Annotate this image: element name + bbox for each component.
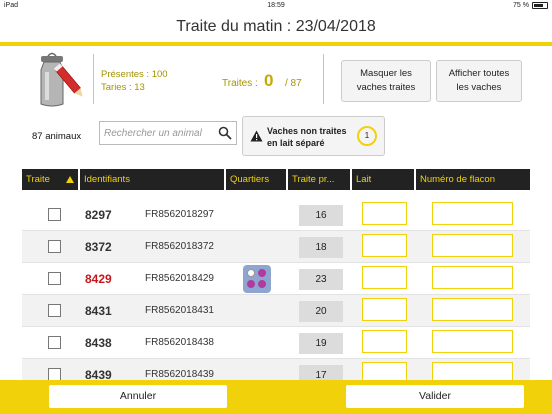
traite-checkbox[interactable] bbox=[48, 336, 61, 349]
flask-number-input[interactable] bbox=[432, 202, 513, 225]
table-row[interactable]: 8429 FR8562018429 23 bbox=[22, 263, 530, 295]
traite-checkbox[interactable] bbox=[48, 368, 61, 380]
column-label: Traite pr... bbox=[292, 174, 335, 185]
animal-identifier: FR8562018438 bbox=[145, 337, 214, 348]
animal-number: 8438 bbox=[85, 336, 112, 350]
table-row[interactable]: 8372 FR8562018372 18 bbox=[22, 231, 530, 263]
column-label: Lait bbox=[356, 174, 372, 185]
show-all-button[interactable]: Afficher toutes les vaches bbox=[436, 60, 522, 102]
animal-number: 8297 bbox=[85, 208, 112, 222]
milk-quantity-input[interactable] bbox=[362, 298, 407, 321]
traites-label: Traites : bbox=[222, 78, 258, 89]
animal-identifier: FR8562018297 bbox=[145, 209, 214, 220]
cancel-button[interactable]: Annuler bbox=[49, 385, 227, 408]
clock: 18:59 bbox=[267, 2, 285, 9]
herd-stats: Présentes : 100 Taries : 13 bbox=[101, 68, 168, 94]
udder-quarters-icon[interactable] bbox=[243, 265, 271, 293]
previous-milking-value: 19 bbox=[299, 333, 343, 354]
column-label: Quartiers bbox=[230, 174, 270, 185]
milk-quantity-input[interactable] bbox=[362, 266, 407, 289]
hide-milked-label-2: vaches traites bbox=[356, 82, 416, 93]
traite-checkbox[interactable] bbox=[48, 304, 61, 317]
presentes-text: Présentes : 100 bbox=[101, 69, 168, 80]
column-header-traite[interactable]: Traite bbox=[22, 169, 78, 190]
animal-identifier: FR8562018431 bbox=[145, 305, 214, 316]
previous-milking-value: 20 bbox=[299, 301, 343, 322]
column-header-traite-precedente[interactable]: Traite pr... bbox=[288, 169, 350, 190]
battery-percent: 75 % bbox=[513, 2, 529, 9]
divider bbox=[93, 54, 94, 104]
animal-number: 8429 bbox=[85, 272, 112, 286]
animal-identifier: FR8562018439 bbox=[145, 369, 214, 380]
traite-checkbox[interactable] bbox=[48, 240, 61, 253]
previous-milking-value: 18 bbox=[299, 237, 343, 258]
warning-icon bbox=[250, 130, 263, 142]
animal-table: 8297 FR8562018297 16 8372 FR8562018372 18 8429… bbox=[22, 199, 530, 380]
animal-number: 8439 bbox=[85, 368, 112, 380]
animal-count: 87 animaux bbox=[32, 131, 82, 142]
column-header-lait[interactable]: Lait bbox=[352, 169, 414, 190]
column-header-quartiers[interactable]: Quartiers bbox=[226, 169, 286, 190]
flask-number-input[interactable] bbox=[432, 330, 513, 353]
milk-quantity-input[interactable] bbox=[362, 202, 407, 225]
warning-line-2: en lait séparé bbox=[267, 138, 325, 148]
previous-milking-value: 17 bbox=[299, 365, 343, 380]
milk-quantity-input[interactable] bbox=[362, 330, 407, 353]
hide-milked-button[interactable]: Masquer les vaches traites bbox=[341, 60, 431, 102]
milk-quantity-input[interactable] bbox=[362, 234, 407, 257]
animal-number: 8372 bbox=[85, 240, 112, 254]
traites-count: 0 bbox=[264, 71, 274, 90]
divider bbox=[323, 54, 324, 104]
flask-number-input[interactable] bbox=[432, 298, 513, 321]
table-row[interactable]: 8439 FR8562018439 17 bbox=[22, 359, 530, 380]
validate-button[interactable]: Valider bbox=[346, 385, 524, 408]
search-placeholder: Rechercher un animal bbox=[104, 128, 202, 139]
table-row[interactable]: 8431 FR8562018431 20 bbox=[22, 295, 530, 327]
traite-checkbox[interactable] bbox=[48, 208, 61, 221]
milk-quantity-input[interactable] bbox=[362, 362, 407, 380]
hide-milked-label-1: Masquer les bbox=[360, 68, 412, 79]
warning-count-badge: 1 bbox=[357, 126, 377, 146]
milk-can-icon bbox=[40, 52, 83, 107]
separate-milk-warning-button[interactable]: Vaches non traites en lait séparé 1 bbox=[242, 116, 385, 156]
column-label: Numéro de flacon bbox=[420, 174, 495, 185]
traite-checkbox[interactable] bbox=[48, 272, 61, 285]
animal-number: 8431 bbox=[85, 304, 112, 318]
battery-icon bbox=[532, 2, 548, 9]
column-label: Traite bbox=[26, 174, 50, 185]
status-bar: iPad 18:59 75 % bbox=[0, 0, 552, 12]
show-all-label-1: Afficher toutes bbox=[448, 68, 510, 79]
animal-identifier: FR8562018429 bbox=[145, 273, 214, 284]
column-label: Identifiants bbox=[84, 174, 130, 185]
column-header-numero-flacon[interactable]: Numéro de flacon bbox=[416, 169, 530, 190]
table-row[interactable]: 8297 FR8562018297 16 bbox=[22, 199, 530, 231]
sort-ascending-icon bbox=[66, 176, 74, 183]
page-title: Traite du matin : 23/04/2018 bbox=[176, 18, 376, 35]
previous-milking-value: 23 bbox=[299, 269, 343, 290]
search-input[interactable]: Rechercher un animal bbox=[99, 121, 237, 145]
warning-line-1: Vaches non traites bbox=[267, 126, 347, 136]
search-icon[interactable] bbox=[218, 126, 232, 140]
animal-identifier: FR8562018372 bbox=[145, 241, 214, 252]
header-divider bbox=[0, 42, 552, 46]
column-header-identifiants[interactable]: Identifiants bbox=[80, 169, 224, 190]
flask-number-input[interactable] bbox=[432, 234, 513, 257]
show-all-label-2: les vaches bbox=[456, 82, 502, 93]
table-row[interactable]: 8438 FR8562018438 19 bbox=[22, 327, 530, 359]
flask-number-input[interactable] bbox=[432, 362, 513, 380]
battery-status: 75 % bbox=[513, 2, 548, 9]
taries-text: Taries : 13 bbox=[101, 82, 145, 93]
previous-milking-value: 16 bbox=[299, 205, 343, 226]
footer-bar: Annuler Valider bbox=[0, 380, 552, 414]
traites-total: / 87 bbox=[285, 78, 302, 89]
flask-number-input[interactable] bbox=[432, 266, 513, 289]
